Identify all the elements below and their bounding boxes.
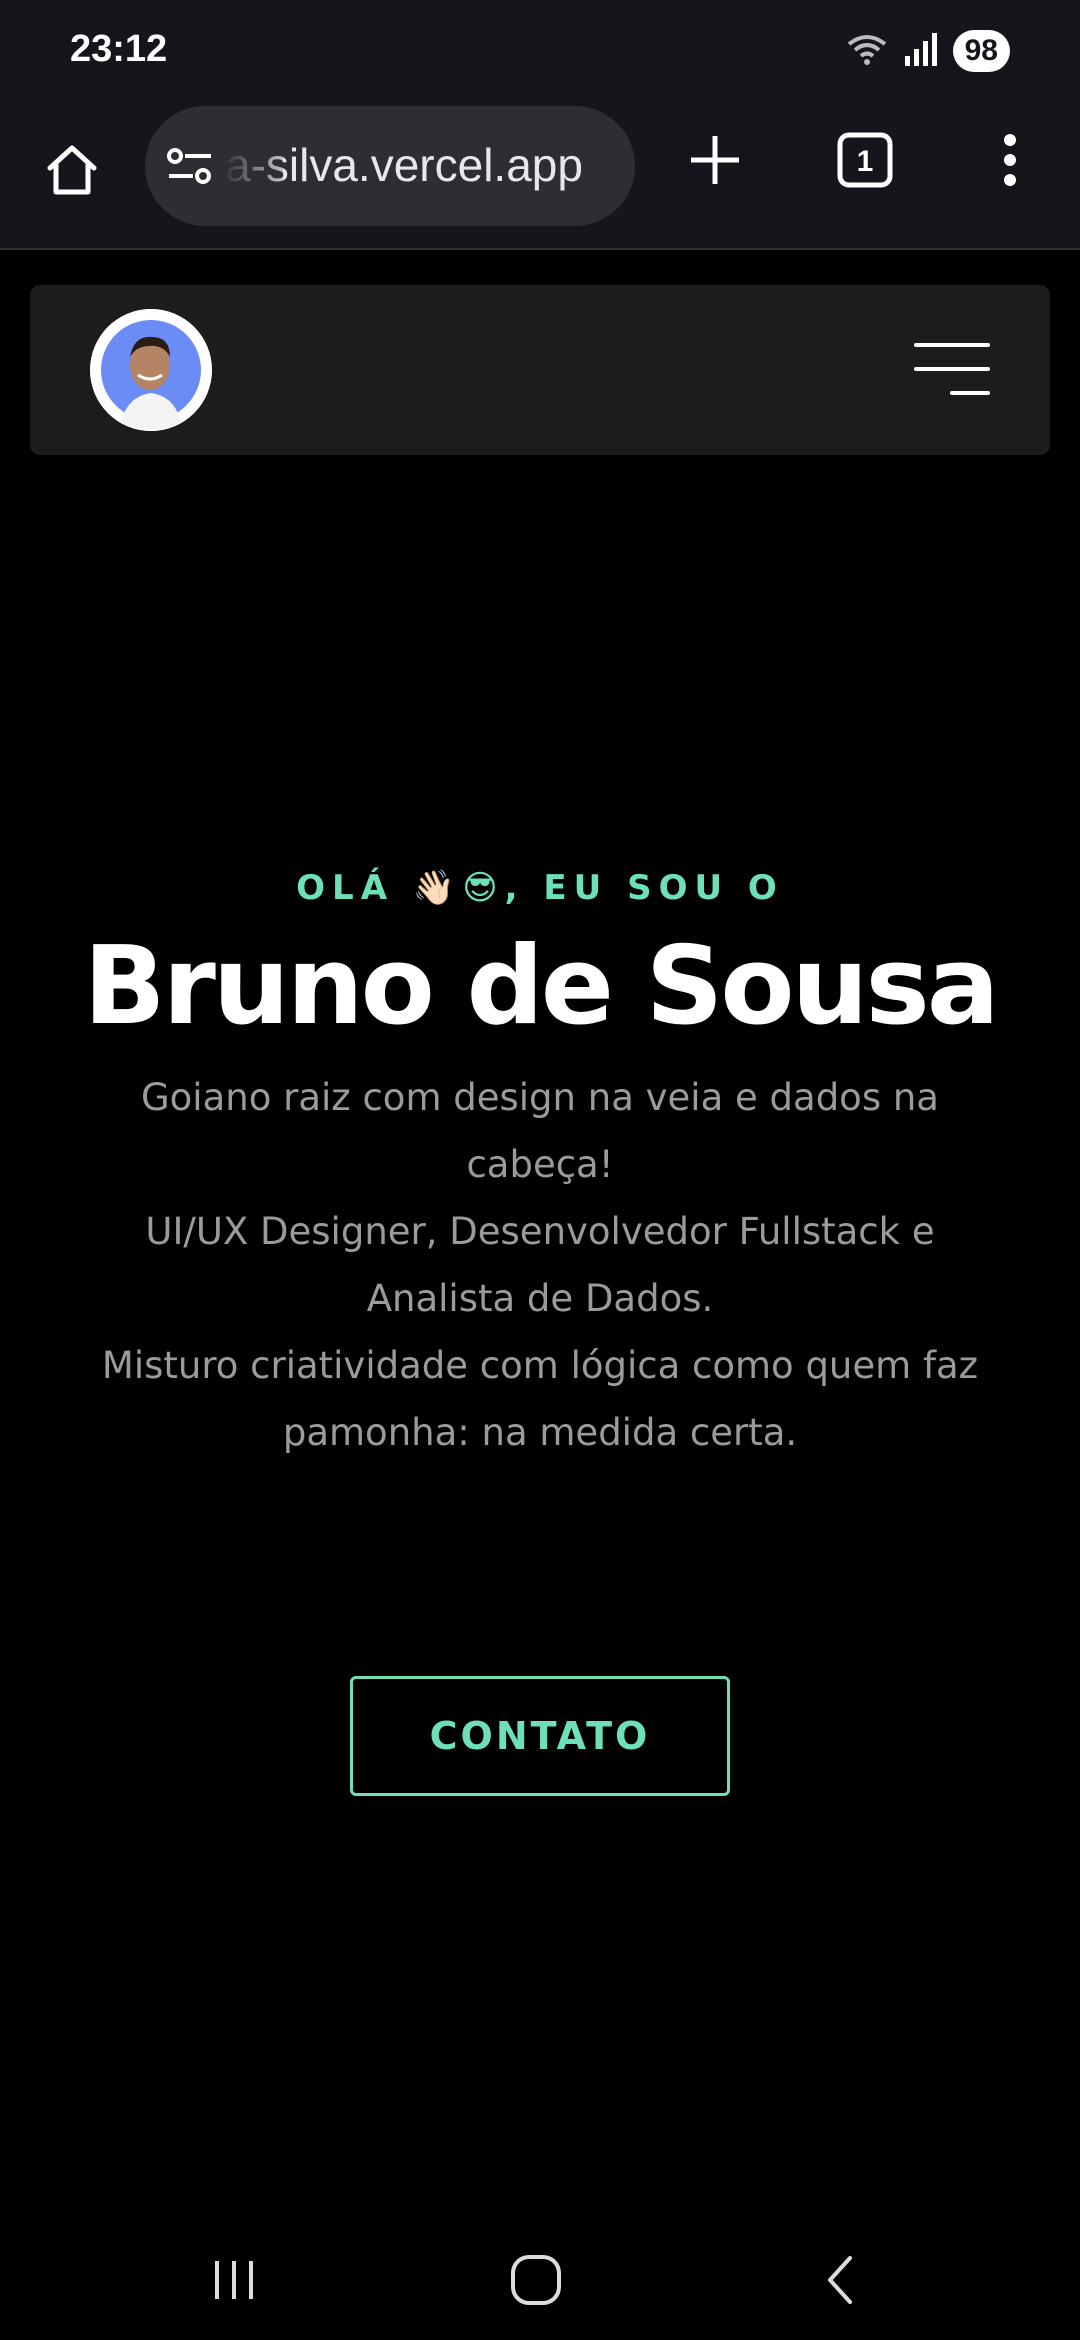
tabs-icon[interactable]: 1: [825, 120, 905, 200]
back-icon[interactable]: [800, 2240, 880, 2320]
status-time: 23:12: [70, 28, 168, 70]
recents-icon[interactable]: [194, 2240, 274, 2320]
site-navbar: [30, 285, 1050, 455]
hero-name: Bruno de Sousa: [83, 924, 999, 1049]
hero-section: OLÁ 👋🏻😎, EU SOU O Bruno de Sousa Goiano …: [0, 860, 1080, 1466]
android-nav-bar: [0, 2220, 1080, 2340]
browser-toolbar: a-silva.vercel.app 1: [0, 100, 1080, 250]
status-bar: 23:12 98: [0, 0, 1080, 100]
battery-badge: 98: [952, 30, 1010, 72]
signal-icon: [903, 32, 939, 70]
plus-icon[interactable]: [675, 120, 755, 200]
address-bar[interactable]: a-silva.vercel.app: [145, 106, 635, 226]
tab-count: 1: [857, 145, 874, 178]
status-icons: 98: [845, 30, 1010, 72]
url-fade: [223, 126, 283, 206]
hero-greeting: OLÁ 👋🏻😎, EU SOU O: [296, 868, 784, 908]
bio-line: Misturo criatividade com lógica como que…: [101, 1344, 979, 1387]
bio-line: Analista de Dados.: [366, 1277, 714, 1320]
home-icon[interactable]: [32, 130, 112, 210]
bio-line: UI/UX Designer, Desenvolvedor Fullstack …: [145, 1210, 935, 1253]
more-vert-icon[interactable]: [970, 120, 1050, 200]
home-circle-icon[interactable]: [496, 2240, 576, 2320]
site-settings-icon[interactable]: [165, 136, 225, 196]
contact-button[interactable]: CONTATO: [350, 1676, 730, 1796]
avatar[interactable]: [90, 309, 212, 431]
wifi-icon: [845, 32, 889, 70]
hamburger-menu-icon[interactable]: [910, 335, 990, 405]
bio-line: cabeça!: [466, 1143, 614, 1186]
hero-bio: Goiano raiz com design na veia e dados n…: [60, 1064, 1020, 1466]
bio-line: pamonha: na medida certa.: [282, 1411, 798, 1454]
bio-line: Goiano raiz com design na veia e dados n…: [141, 1076, 939, 1119]
